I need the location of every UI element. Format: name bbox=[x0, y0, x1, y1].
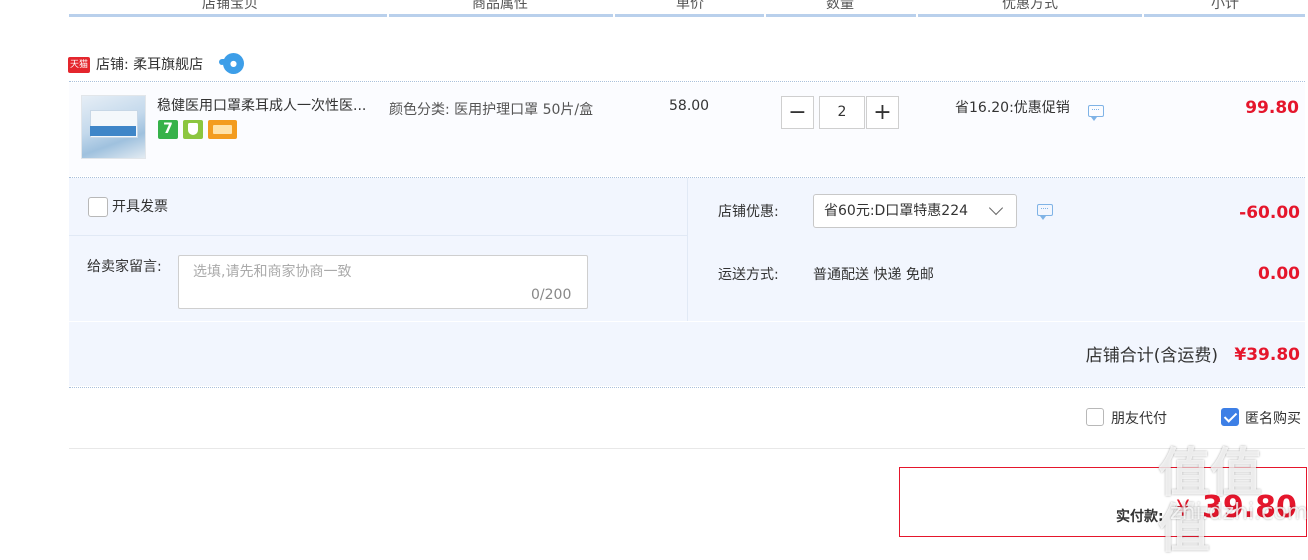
column-header-quantity: 数量 bbox=[826, 0, 854, 12]
shop-name-link[interactable]: 店铺: 柔耳旗舰店 bbox=[96, 56, 203, 74]
divider bbox=[687, 178, 688, 321]
quantity-increase-button[interactable]: + bbox=[866, 96, 899, 129]
seven-day-return-icon[interactable]: 7 bbox=[158, 120, 178, 139]
anonymous-checkbox[interactable] bbox=[1221, 408, 1239, 426]
shipping-amount: 0.00 bbox=[1258, 264, 1300, 284]
shipping-label: 运送方式: bbox=[718, 267, 779, 283]
message-label: 给卖家留言: bbox=[87, 259, 162, 275]
promotion-text: 省16.20:优惠促销 bbox=[955, 100, 1070, 116]
column-header-attributes: 商品属性 bbox=[472, 0, 528, 12]
chat-icon[interactable] bbox=[1088, 105, 1104, 121]
shop-discount-label: 店铺优惠: bbox=[718, 204, 779, 220]
divider bbox=[69, 387, 1305, 388]
quantity-decrease-button[interactable]: − bbox=[781, 96, 814, 129]
header-underline bbox=[1144, 14, 1305, 17]
column-header-shop-item: 店铺宝贝 bbox=[202, 0, 258, 12]
payment-label: 实付款: bbox=[1116, 509, 1164, 525]
watermark-domain: zhi.dzhi.com bbox=[1170, 500, 1308, 525]
chat-icon[interactable] bbox=[1037, 204, 1053, 220]
shop-total-value: ¥39.80 bbox=[1234, 345, 1300, 365]
header-underline bbox=[69, 14, 387, 17]
product-thumbnail[interactable] bbox=[81, 95, 146, 159]
header-underline bbox=[918, 14, 1142, 17]
column-header-discount: 优惠方式 bbox=[1002, 0, 1058, 12]
shield-icon[interactable] bbox=[183, 120, 203, 139]
item-subtotal: 99.80 bbox=[1245, 98, 1299, 118]
header-underline bbox=[615, 14, 764, 17]
divider bbox=[69, 448, 1305, 449]
divider bbox=[69, 235, 687, 236]
header-underline bbox=[766, 14, 916, 17]
friend-pay-checkbox[interactable] bbox=[1086, 408, 1104, 426]
product-title-link[interactable]: 稳健医用口罩柔耳成人一次性医... bbox=[157, 97, 383, 115]
invoice-label[interactable]: 开具发票 bbox=[112, 198, 168, 216]
friend-pay-label[interactable]: 朋友代付 bbox=[1111, 410, 1167, 428]
unit-price: 58.00 bbox=[669, 98, 710, 114]
header-underline bbox=[389, 14, 613, 17]
invoice-checkbox[interactable] bbox=[88, 197, 108, 217]
column-header-subtotal: 小计 bbox=[1211, 0, 1239, 12]
message-placeholder: 选填,请先和商家协商一致 bbox=[193, 264, 352, 280]
shop-discount-selected: 省60元:D口罩特惠224 bbox=[824, 203, 969, 219]
message-char-count: 0/200 bbox=[531, 287, 572, 303]
divider bbox=[69, 81, 1305, 82]
product-attributes: 颜色分类: 医用护理口罩 50片/盒 bbox=[389, 102, 594, 118]
anonymous-label[interactable]: 匿名购买 bbox=[1245, 410, 1301, 428]
wangwang-icon[interactable]: ● bbox=[219, 53, 244, 74]
column-header-unit-price: 单价 bbox=[676, 0, 704, 12]
card-icon[interactable] bbox=[208, 120, 237, 139]
shop-discount-amount: -60.00 bbox=[1239, 203, 1300, 223]
shop-total-label: 店铺合计(含运费) bbox=[1085, 346, 1218, 366]
tmall-icon: 天猫 bbox=[68, 57, 90, 73]
quantity-input[interactable]: 2 bbox=[819, 96, 865, 129]
shipping-method: 普通配送 快递 免邮 bbox=[813, 267, 934, 283]
